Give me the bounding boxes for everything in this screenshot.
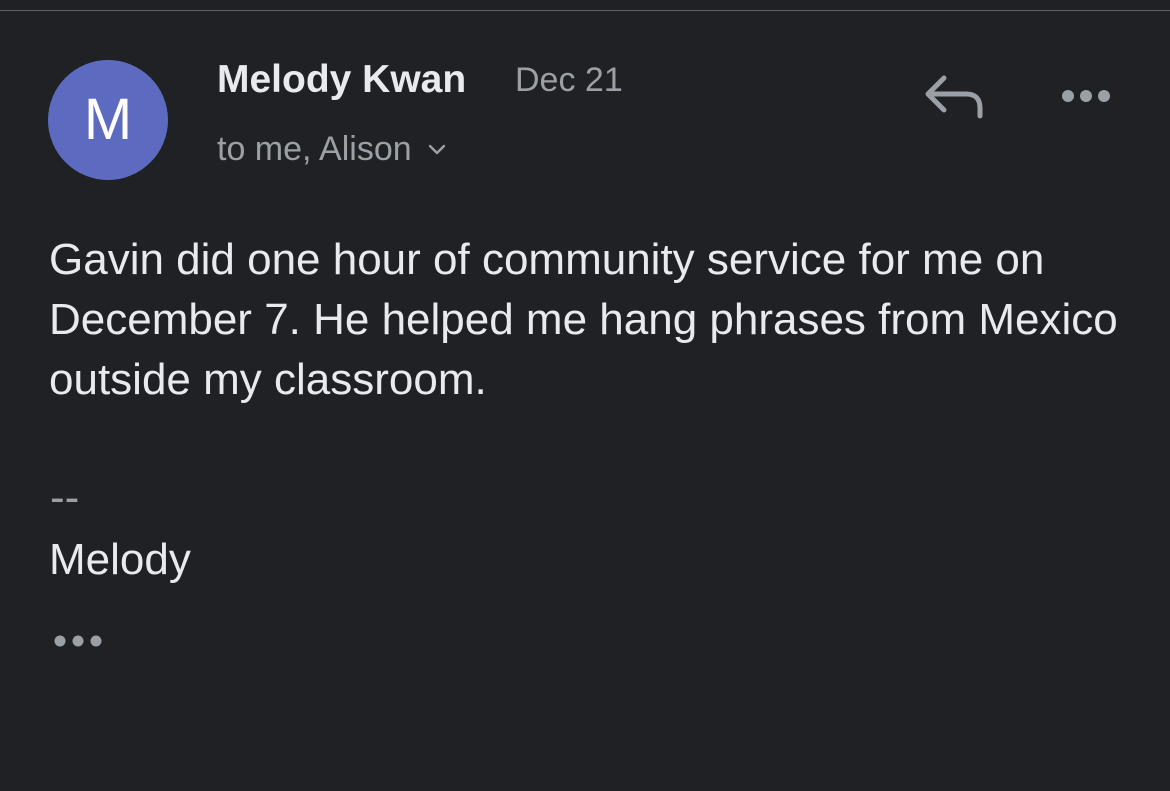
chevron-down-icon [428, 144, 445, 154]
recipients-label: to me, Alison [217, 130, 412, 168]
recipients-toggle[interactable]: to me, Alison [217, 130, 448, 169]
more-horizontal-icon [54, 635, 102, 647]
reply-icon [925, 75, 983, 119]
more-options-button[interactable] [1058, 80, 1114, 112]
more-horizontal-icon [1062, 90, 1110, 102]
reply-button[interactable] [922, 70, 986, 122]
email-date: Dec 21 [515, 61, 623, 99]
avatar[interactable]: M [48, 60, 168, 180]
signature-name: Melody [49, 535, 191, 584]
email-body: Gavin did one hour of community service … [49, 235, 1118, 404]
show-trimmed-content-button[interactable] [50, 628, 106, 654]
signature-separator: -- [50, 473, 80, 522]
header-divider [0, 10, 1170, 11]
sender-name[interactable]: Melody Kwan [217, 58, 466, 102]
avatar-initial: M [83, 87, 133, 152]
